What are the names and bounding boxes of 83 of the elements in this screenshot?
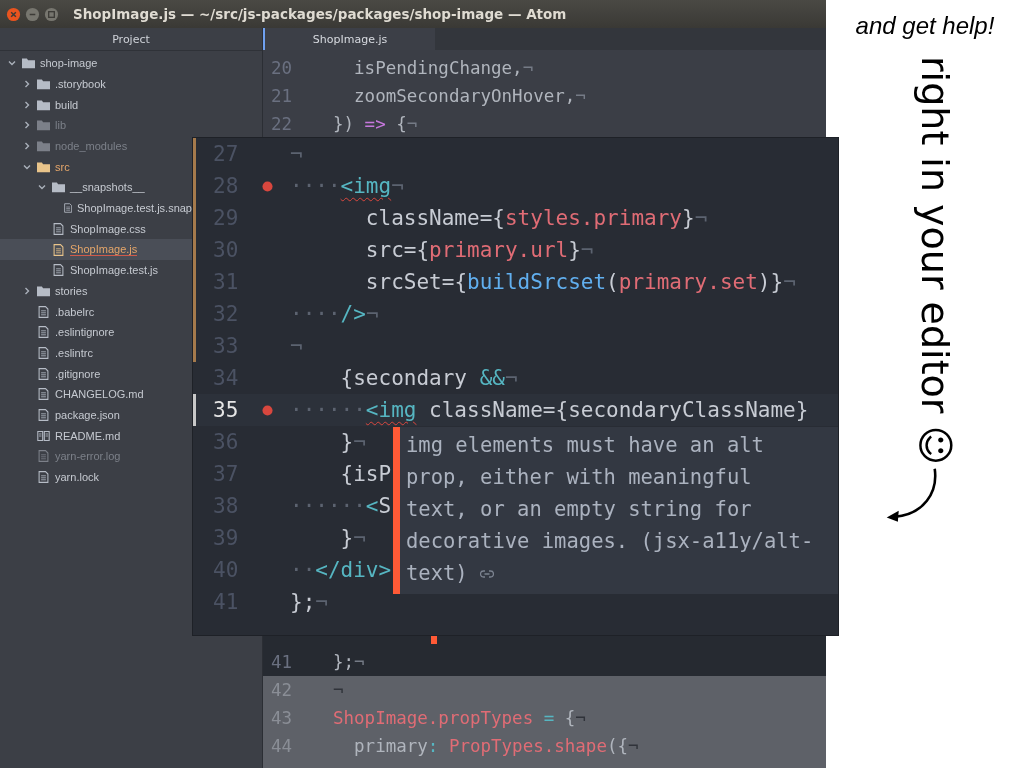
tree-item[interactable]: __snapshots__ <box>0 177 192 198</box>
code-line: className={styles.primary}¬ <box>364 206 708 230</box>
code-line: };¬ <box>333 652 365 672</box>
code-line: srcSet={buildSrcset(primary.set)}¬ <box>364 270 796 294</box>
file-icon <box>52 222 65 235</box>
code-line: ······<S <box>290 494 392 518</box>
tree-item[interactable]: build <box>0 94 192 116</box>
code-line: }¬ <box>339 430 366 454</box>
folder-icon <box>37 78 50 91</box>
tree-item[interactable]: stories <box>0 280 192 302</box>
file-icon <box>37 409 50 422</box>
lint-message: img elements must have an alt prop, either with meaningful text, or an empty string for decorative images. (jsx-a11y/alt-text) <box>406 432 815 587</box>
tree-item[interactable]: ShopImage.js <box>0 239 192 260</box>
chevron-icon[interactable] <box>23 162 31 171</box>
chevron-icon[interactable] <box>23 121 31 130</box>
chevron-icon[interactable] <box>23 100 31 109</box>
book-icon <box>37 429 50 442</box>
window-title: ShopImage.js — ~/src/js-packages/packages/shop-image — Atom <box>73 6 567 22</box>
line-number: 21 <box>270 86 294 106</box>
link-icon[interactable] <box>480 569 495 579</box>
minimize-icon[interactable] <box>25 6 40 22</box>
file-icon <box>37 450 50 463</box>
code-line: ¬ <box>290 334 303 358</box>
line-number: 20 <box>270 58 294 78</box>
tree-item[interactable]: ShopImage.css <box>0 218 192 240</box>
code-line: ····/>¬ <box>290 302 379 326</box>
code-line: {isP <box>339 462 392 486</box>
file-icon <box>37 367 50 380</box>
tree-item[interactable]: ShopImage.test.js <box>0 259 192 281</box>
tree-item[interactable]: ShopImage.test.js.snap <box>0 197 192 219</box>
code-line: };¬ <box>290 590 328 614</box>
chevron-icon[interactable] <box>38 183 46 192</box>
maximize-icon[interactable] <box>44 6 59 22</box>
code-line: ShopImage.propTypes = {¬ <box>333 708 586 728</box>
folder-icon <box>52 181 65 194</box>
folder-icon <box>37 119 50 132</box>
code-line: ······<img className={secondaryClassName} <box>290 398 809 422</box>
tree-item[interactable]: .gitignore <box>0 363 192 384</box>
tree-item[interactable]: src <box>0 156 192 178</box>
file-icon <box>37 305 50 318</box>
code-line: ··</div> <box>290 558 392 582</box>
file-icon <box>63 202 73 215</box>
vertical-caption: right in your editor ☺ <box>913 56 957 466</box>
chevron-icon[interactable] <box>23 286 31 295</box>
code-line: {secondary &&¬ <box>339 366 518 390</box>
tree-item[interactable]: yarn.lock <box>0 466 192 488</box>
folder-icon <box>37 98 50 111</box>
panel-title: Project <box>112 32 150 46</box>
tree-item[interactable]: .eslintignore <box>0 321 192 343</box>
code-line: src={primary.url}¬ <box>364 238 594 262</box>
tree-item[interactable]: CHANGELOG.md <box>0 384 192 405</box>
code-line: }) => {¬ <box>333 114 418 134</box>
line-number: 41 <box>270 652 294 672</box>
folder-icon <box>22 57 35 70</box>
code-line: ····<img¬ <box>290 174 404 198</box>
file-icon <box>37 388 50 401</box>
chevron-icon[interactable] <box>23 80 31 89</box>
line-number: 22 <box>270 114 294 134</box>
chevron-icon[interactable] <box>8 59 16 68</box>
tree-item[interactable]: shop-image <box>0 53 192 74</box>
tree-item[interactable]: package.json <box>0 404 192 426</box>
code-line: primary: PropTypes.shape({¬ <box>353 736 639 756</box>
folder-icon <box>37 140 50 153</box>
tree-item[interactable]: .storybook <box>0 73 192 95</box>
code-line: zoomSecondaryOnHover,¬ <box>353 86 586 106</box>
file-icon <box>37 471 50 484</box>
file-tab[interactable]: ShopImage.js <box>265 28 435 50</box>
code-line: }¬ <box>339 526 366 550</box>
tree-item[interactable]: .eslintrc <box>0 342 192 364</box>
file-icon <box>37 346 50 359</box>
code-line: ¬ <box>290 142 303 166</box>
folder-icon <box>37 284 50 297</box>
tree-item[interactable]: README.md <box>0 425 192 447</box>
file-icon <box>37 326 50 339</box>
code-line: ¬ <box>333 680 344 700</box>
close-icon[interactable] <box>6 6 21 22</box>
folder-icon <box>37 160 50 173</box>
chevron-icon[interactable] <box>23 142 31 151</box>
file-icon <box>52 264 65 277</box>
tree-item[interactable]: .babelrc <box>0 301 192 322</box>
caption-text: and get help! <box>855 12 995 40</box>
code-line: isPendingChange,¬ <box>353 58 534 78</box>
file-icon <box>52 243 65 256</box>
